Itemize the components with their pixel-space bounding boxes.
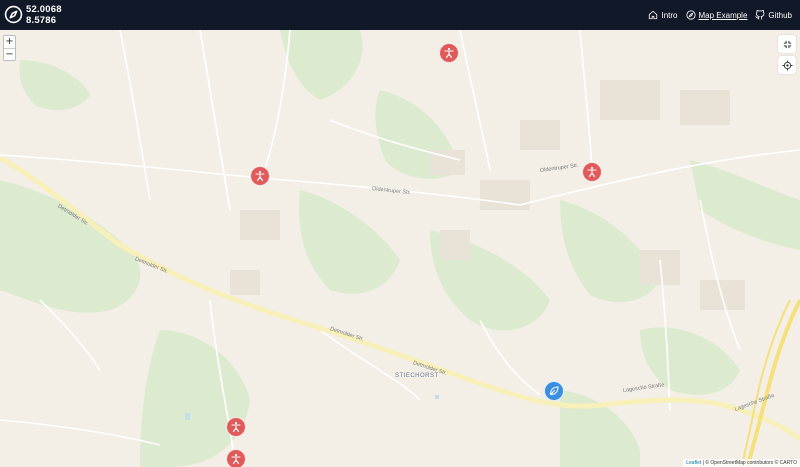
nav-menu: Intro Map Example Github	[648, 0, 792, 30]
leaf-icon	[549, 386, 559, 396]
home-icon	[649, 10, 658, 20]
zoom-control: + −	[3, 35, 16, 61]
leaflet-link[interactable]: Leaflet	[686, 460, 701, 466]
latitude-value: 52.0068	[26, 4, 62, 15]
zoom-out-button[interactable]: −	[4, 48, 15, 60]
person-marker[interactable]	[439, 43, 459, 63]
fullscreen-button[interactable]	[778, 35, 796, 53]
person-icon	[231, 421, 241, 433]
github-icon	[755, 10, 765, 20]
coordinates-readout: 52.0068 8.5786	[26, 4, 62, 26]
minimize-icon	[783, 40, 791, 48]
leaf-marker[interactable]	[544, 381, 564, 401]
person-icon	[231, 453, 241, 465]
nav-item-label: Github	[768, 10, 792, 20]
longitude-value: 8.5786	[26, 15, 57, 26]
map-view[interactable]: STIECHORST Detmolder Str. Detmolder Str.…	[0, 30, 800, 467]
person-marker[interactable]	[226, 449, 246, 467]
district-label: STIECHORST	[395, 373, 439, 379]
nav-item-github[interactable]: Github	[755, 10, 792, 20]
compass-icon[interactable]	[4, 5, 23, 24]
nav-item-map-example[interactable]: Map Example	[685, 10, 748, 20]
top-bar: 52.0068 8.5786 Intro Map Example Github	[0, 0, 800, 30]
nav-item-label: Map Example	[698, 10, 748, 20]
map-tiles[interactable]	[0, 30, 800, 467]
person-icon	[255, 170, 265, 182]
attribution-text: | © OpenStreetMap contributors © CARTO	[701, 460, 797, 466]
person-marker[interactable]	[582, 162, 602, 182]
compass-icon	[685, 10, 696, 20]
nav-item-label: Intro	[661, 10, 678, 20]
locate-button[interactable]	[778, 56, 796, 74]
nav-item-intro[interactable]: Intro	[648, 10, 678, 20]
zoom-in-button[interactable]: +	[4, 36, 15, 48]
person-icon	[444, 47, 454, 59]
locate-icon	[781, 59, 793, 71]
person-marker[interactable]	[250, 166, 270, 186]
person-marker[interactable]	[226, 417, 246, 437]
person-icon	[587, 166, 597, 178]
map-attribution: Leaflet | © OpenStreetMap contributors ©…	[683, 459, 800, 467]
